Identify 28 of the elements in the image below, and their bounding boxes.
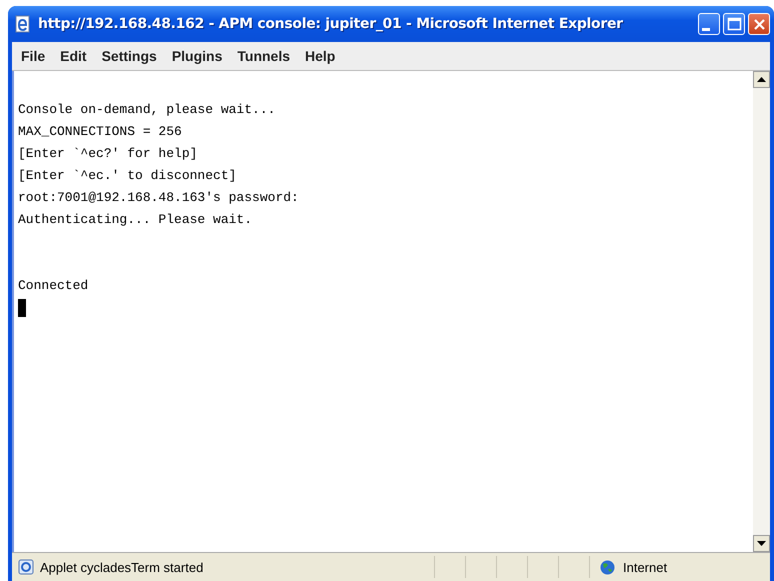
maximize-button[interactable]: [723, 13, 745, 35]
terminal-line: [Enter `^ec.' to disconnect]: [18, 167, 238, 185]
status-message: Applet cycladesTerm started: [40, 560, 204, 574]
menu-item[interactable]: Plugins: [172, 48, 222, 64]
page-icon: [14, 15, 32, 33]
down-arrow-icon: [757, 541, 766, 546]
menu-item[interactable]: File: [21, 48, 46, 64]
scroll-up-button[interactable]: [753, 71, 770, 88]
globe-icon: [600, 560, 615, 574]
up-arrow-icon: [757, 77, 766, 82]
window-title: http://192.168.48.162 - APM console: jupiter_01 - Microsoft Internet Explorer: [38, 16, 623, 32]
menu-item[interactable]: Tunnels: [237, 48, 290, 64]
terminal-line: MAX_CONNECTIONS = 256: [18, 123, 183, 141]
terminal-line: [Enter `^ec?' for help]: [18, 145, 198, 163]
page-icon: [18, 559, 34, 575]
terminal-line: Console on-demand, please wait...: [18, 101, 276, 119]
minimize-icon: [702, 28, 710, 30]
terminal-line: Connected: [18, 277, 90, 295]
close-button[interactable]: [748, 13, 770, 35]
terminal-line: Authenticating... Please wait.: [18, 211, 254, 229]
minimize-button[interactable]: [698, 13, 720, 35]
menu-item[interactable]: Help: [305, 48, 336, 64]
menu-item[interactable]: Settings: [102, 48, 157, 64]
vertical-scrollbar[interactable]: [753, 71, 770, 552]
menu-item[interactable]: Edit: [60, 48, 87, 64]
scroll-down-button[interactable]: [753, 535, 770, 552]
security-zone: Internet: [623, 560, 668, 574]
terminal-line: root:7001@192.168.48.163's password:: [18, 189, 300, 207]
